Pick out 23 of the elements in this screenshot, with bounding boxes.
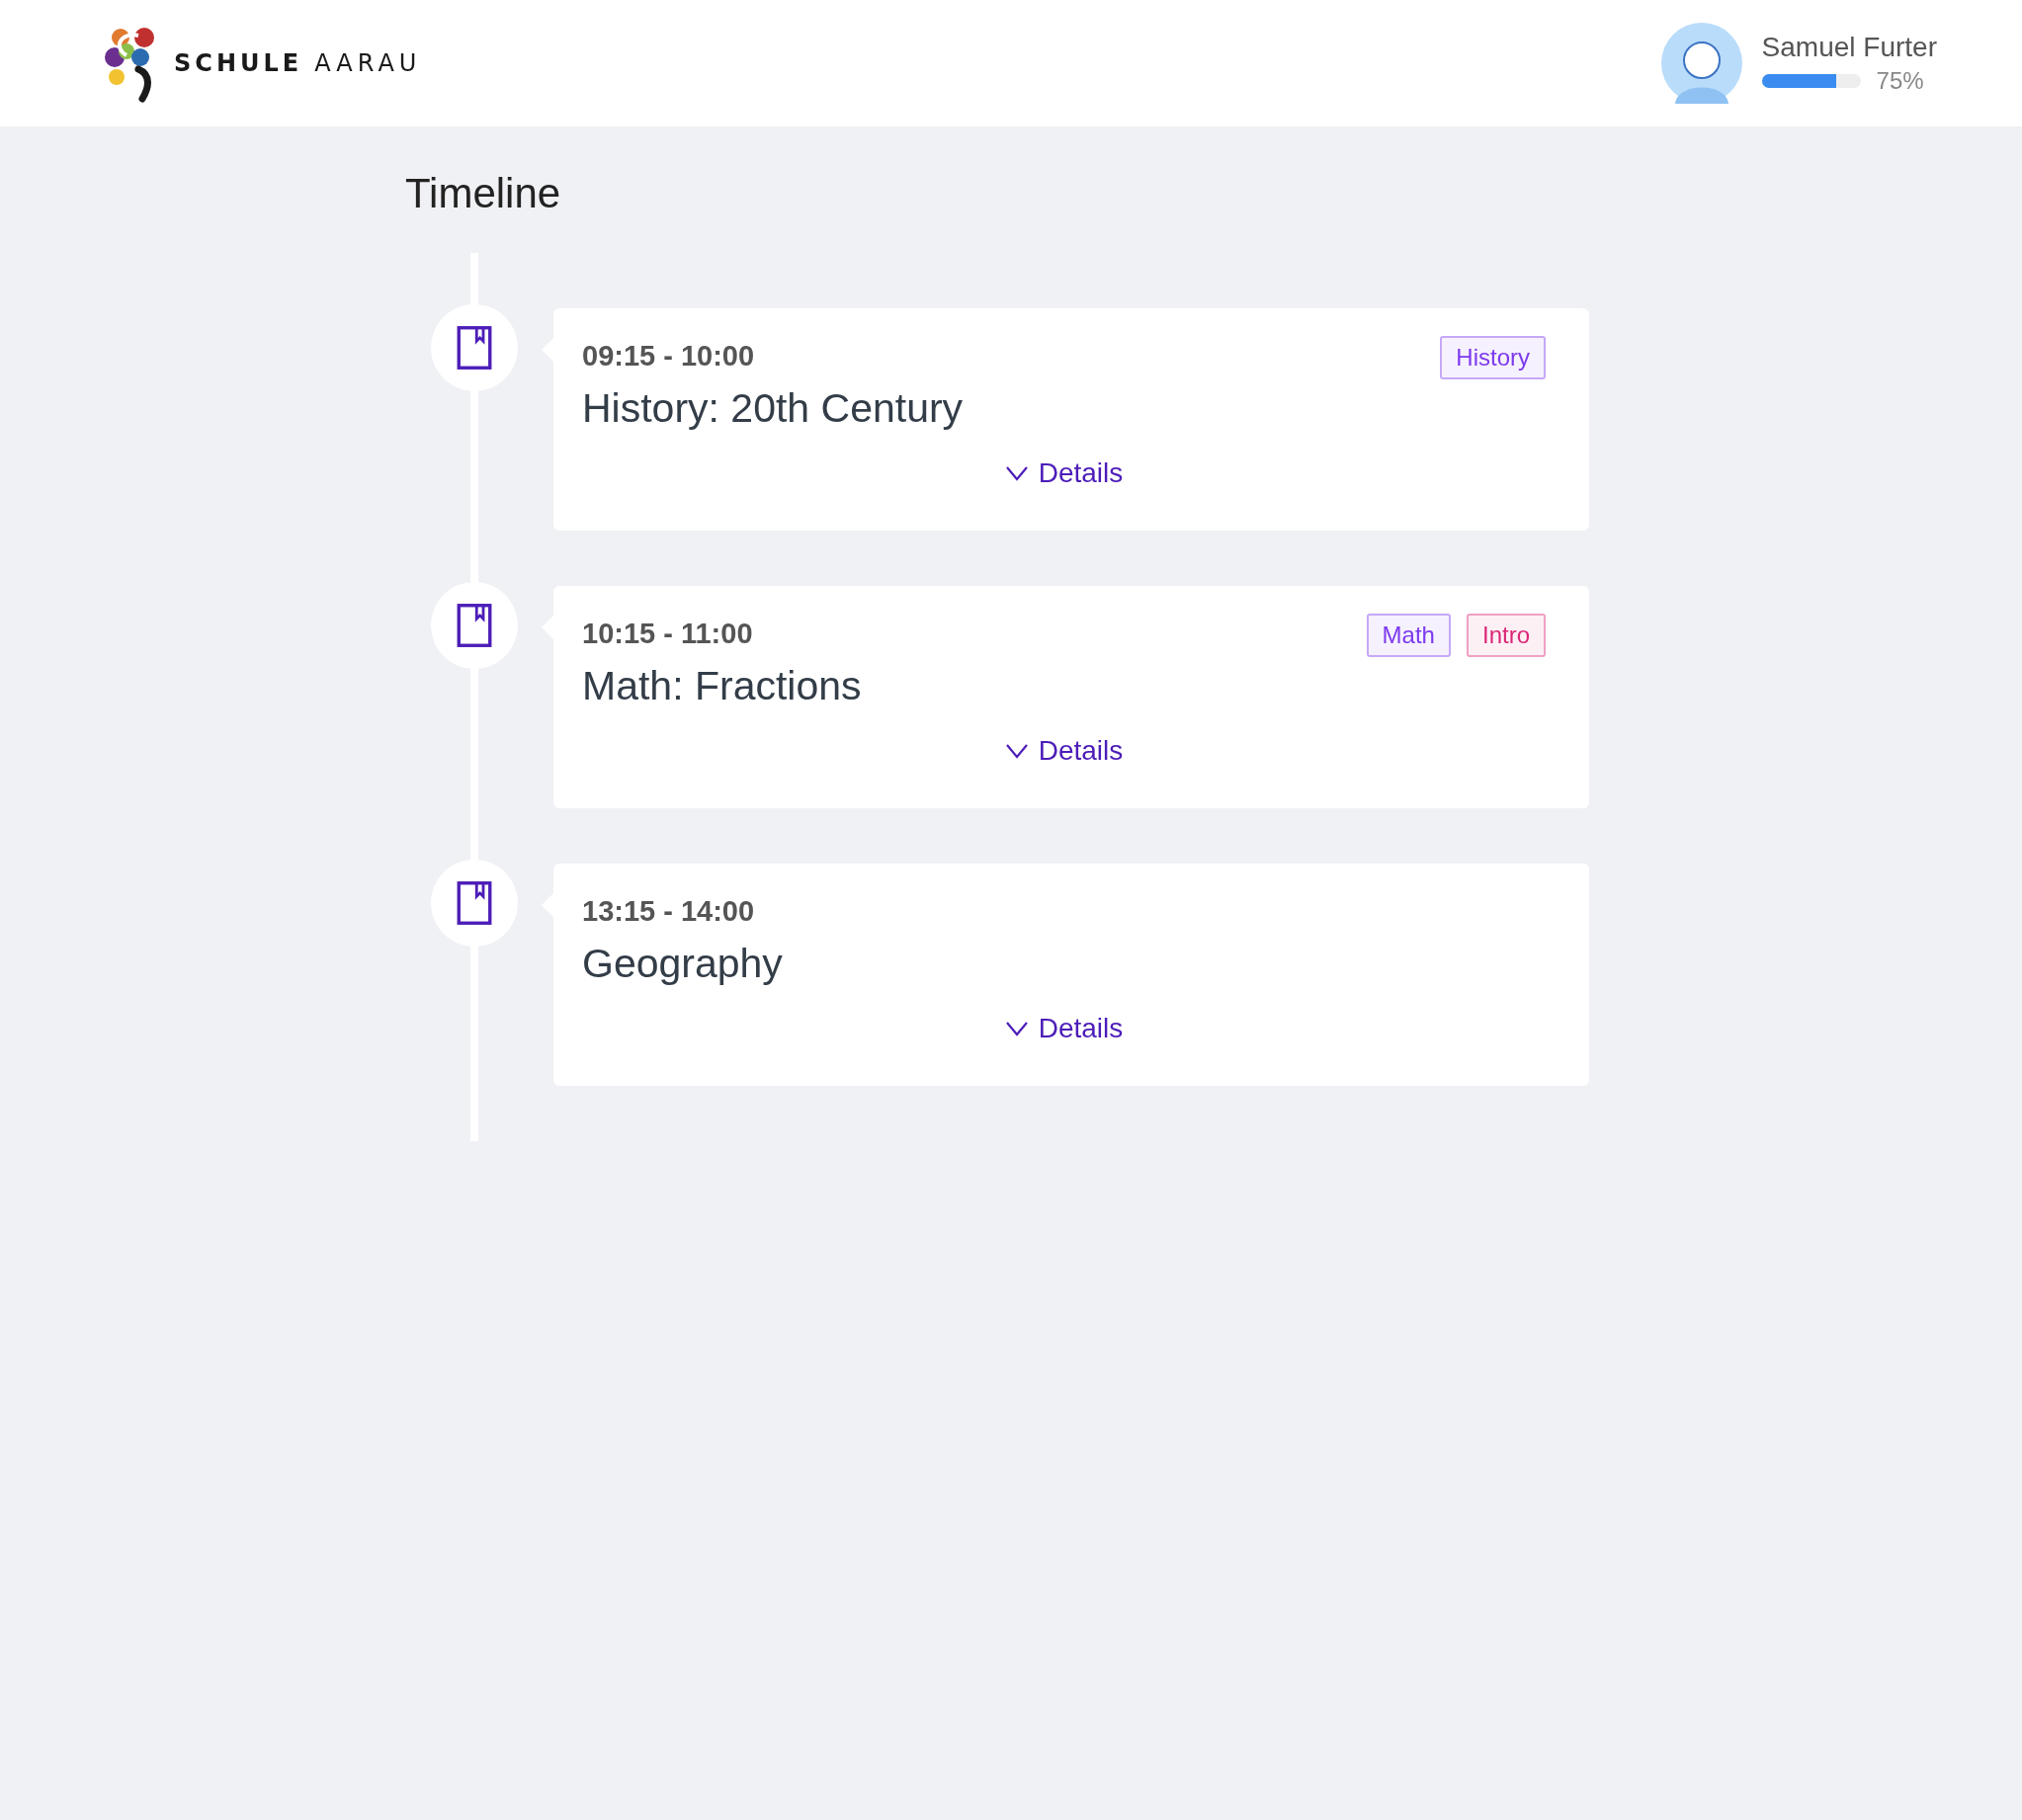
tag: History <box>1440 336 1546 379</box>
event-title: Math: Fractions <box>582 663 863 709</box>
details-toggle[interactable]: Details <box>1004 735 1124 767</box>
logo-text: AARAU <box>314 49 422 77</box>
chevron-icon <box>1004 743 1029 759</box>
tag: Intro <box>1466 614 1546 657</box>
details-toggle[interactable]: Details <box>1004 457 1124 489</box>
chevron-icon <box>1004 465 1029 481</box>
bookmark-book-icon <box>457 325 492 371</box>
event-title: Geography <box>582 941 784 987</box>
event-time: 13:15 - 14:00 <box>582 895 755 928</box>
progress-percent: 75% <box>1876 67 1924 95</box>
tag: Math <box>1366 614 1451 657</box>
chevron-icon <box>1004 1021 1029 1036</box>
page-title: Timeline <box>405 170 562 217</box>
bookmark-book-icon <box>457 603 492 648</box>
event-time: 10:15 - 11:00 <box>582 618 753 650</box>
details-toggle[interactable]: Details <box>1004 1013 1124 1044</box>
user-name: Samuel Furter <box>1761 32 1937 63</box>
event-title: History: 20th Century <box>582 385 965 432</box>
event-time: 09:15 - 10:00 <box>582 340 755 372</box>
bookmark-book-icon <box>457 880 492 926</box>
logo-text: SCHULE <box>174 49 303 77</box>
